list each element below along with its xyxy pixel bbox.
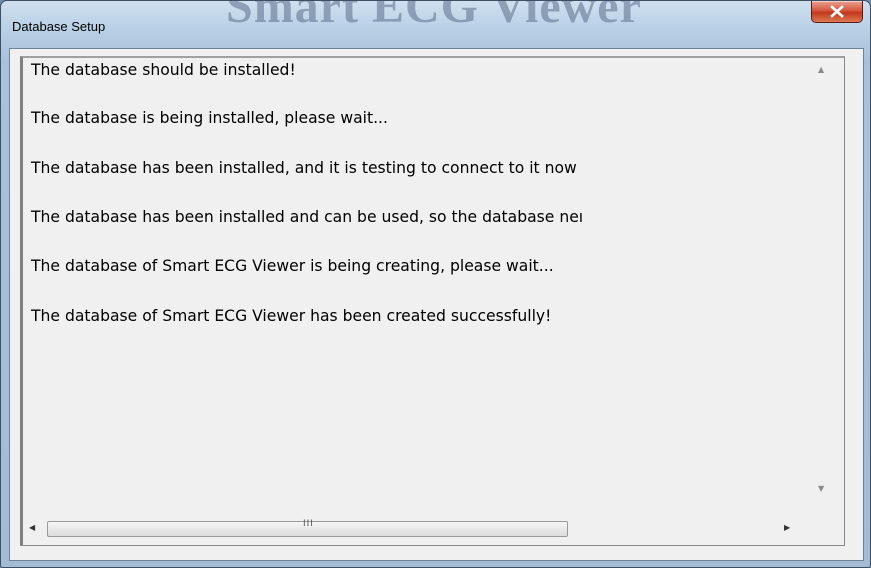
horizontal-scroll-thumb[interactable]: III: [47, 519, 568, 537]
log-listbox[interactable]: The database should be installed! The da…: [20, 56, 845, 546]
close-icon: [830, 5, 844, 18]
scroll-left-arrow-icon[interactable]: ◀: [29, 523, 35, 532]
scroll-thumb-grip: III: [303, 519, 314, 529]
background-brand-text: Smart ECG Viewer: [226, 0, 642, 33]
log-line: The database is being installed, please …: [31, 109, 388, 127]
vertical-scrollbar[interactable]: ▲ ▼: [803, 58, 841, 518]
log-line: The database of Smart ECG Viewer is bein…: [31, 257, 554, 275]
log-line: The database of Smart ECG Viewer has bee…: [31, 307, 552, 325]
scrollbar-corner: [803, 517, 841, 539]
log-line: The database has been installed, and it …: [31, 159, 577, 177]
scroll-right-arrow-icon[interactable]: ▶: [784, 523, 790, 532]
log-line: The database should be installed!: [31, 61, 296, 79]
window-title: Database Setup: [12, 19, 106, 34]
close-button[interactable]: [811, 1, 863, 23]
horizontal-scrollbar[interactable]: ◀ III ▶: [23, 517, 803, 539]
title-bar[interactable]: Smart ECG Viewer Database Setup: [1, 1, 870, 51]
scroll-up-arrow-icon[interactable]: ▲: [818, 65, 824, 74]
database-setup-window: Smart ECG Viewer Database Setup The data…: [0, 0, 871, 568]
log-line: The database has been installed and can …: [31, 208, 584, 226]
dialog-client-area: The database should be installed! The da…: [9, 48, 864, 561]
log-lines: The database should be installed! The da…: [25, 58, 795, 518]
scroll-down-arrow-icon[interactable]: ▼: [818, 484, 824, 493]
